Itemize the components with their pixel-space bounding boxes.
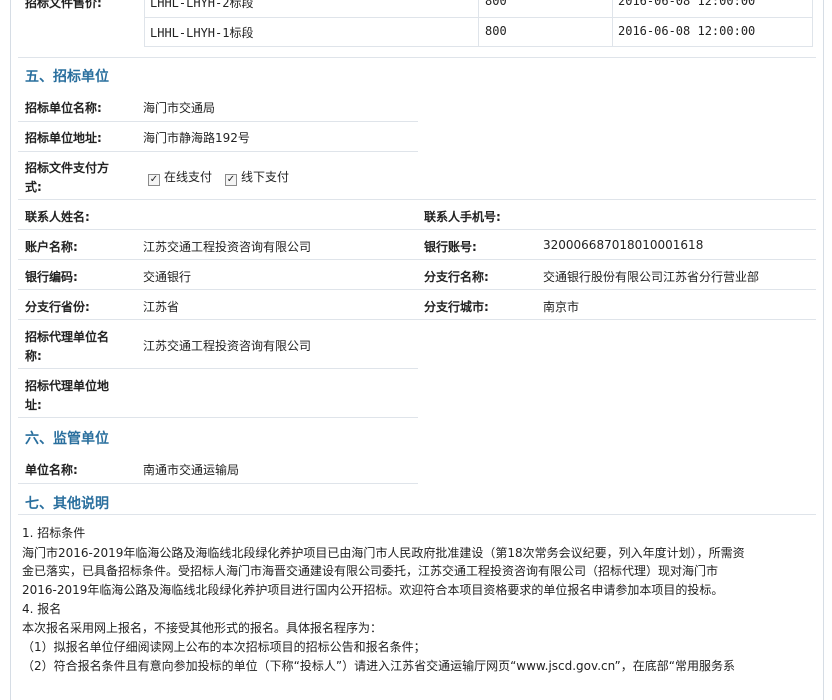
other-text-line: 4. 报名: [22, 602, 62, 616]
pay-online-label: 在线支付: [164, 170, 213, 184]
table-divider: [144, 17, 812, 18]
agent-addr-label: 招标代理单位地: [25, 379, 110, 393]
unit-name-value: 海门市交通局: [143, 101, 216, 115]
other-text-line: 金已落实，已具备招标条件。受招标人海门市海晋交通建设有限公司委托，江苏交通工程投…: [22, 564, 719, 578]
row-divider: [18, 259, 816, 260]
pay-online-option[interactable]: ✓ 在线支付: [148, 168, 212, 186]
section-title-bidding-unit: 五、招标单位: [25, 69, 109, 85]
row-divider: [18, 319, 816, 320]
row-divider: [18, 483, 418, 484]
unit-addr-label: 招标单位地址:: [25, 131, 102, 145]
bank-account-label: 银行账号:: [424, 240, 477, 254]
table-row: LHHL-LHYH-1标段: [150, 26, 254, 40]
branch-name-value: 交通银行股份有限公司江苏省分行营业部: [543, 270, 760, 284]
bank-account-value: 320006687018010001618: [543, 238, 704, 252]
row-divider: [18, 368, 418, 369]
table-divider: [144, 46, 812, 47]
table-cell-time: 2016-06-08 12:00:00: [618, 0, 756, 8]
table-divider: [612, 0, 613, 47]
account-name-label: 账户名称:: [25, 240, 78, 254]
other-text-line: 海门市2016-2019年临海公路及海临线北段绿化养护项目已由海门市人民政府批准…: [22, 546, 745, 560]
other-text-line: 1. 招标条件: [22, 526, 86, 540]
row-divider: [18, 417, 418, 418]
branch-prov-label: 分支行省份:: [25, 300, 90, 314]
other-text-line: 本次报名采用网上报名，不接受其他形式的报名。具体报名程序为：: [22, 621, 383, 635]
bank-code-label: 银行编码:: [25, 270, 78, 284]
section-title-other: 七、其他说明: [25, 496, 109, 512]
section-divider: [18, 514, 816, 515]
doc-sale-label: 招标文件售价:: [25, 0, 102, 10]
table-cell-time: 2016-06-08 12:00:00: [618, 24, 756, 38]
pay-method-label-cont: 式:: [25, 180, 42, 194]
table-divider: [812, 0, 813, 47]
branch-name-label: 分支行名称:: [424, 270, 489, 284]
row-divider: [18, 289, 816, 290]
table-divider: [478, 0, 479, 47]
agent-name-label-cont: 称:: [25, 349, 42, 363]
section-divider: [18, 57, 816, 58]
agent-name-value: 江苏交通工程投资咨询有限公司: [143, 339, 312, 353]
pay-method-label: 招标文件支付方: [25, 161, 110, 175]
contact-phone-label: 联系人手机号:: [424, 210, 501, 224]
row-divider: [18, 229, 816, 230]
branch-city-value: 南京市: [543, 300, 580, 314]
branch-prov-value: 江苏省: [143, 300, 180, 314]
unit-name-label: 招标单位名称:: [25, 101, 102, 115]
row-divider: [18, 199, 816, 200]
account-name-value: 江苏交通工程投资咨询有限公司: [143, 240, 312, 254]
other-text-line: （1）拟报名单位仔细阅读网上公布的本次招标项目的招标公告和报名条件；: [22, 640, 426, 654]
table-cell-price: 800: [485, 24, 507, 38]
agent-name-label: 招标代理单位名: [25, 330, 110, 344]
other-text-line: 2016-2019年临海公路及海临线北段绿化养护项目进行国内公开招标。欢迎符合本…: [22, 583, 724, 597]
supervisor-unit-label: 单位名称:: [25, 463, 78, 477]
table-row: LHHL-LHYH-2标段: [150, 0, 254, 10]
bank-code-value: 交通银行: [143, 270, 192, 284]
contact-name-label: 联系人姓名:: [25, 210, 90, 224]
pay-offline-label: 线下支付: [241, 170, 290, 184]
other-text-line: （2）符合报名条件且有意向参加投标的单位（下称“投标人”）请进入江苏省交通运输厅…: [22, 659, 735, 673]
agent-addr-label-cont: 址:: [25, 398, 42, 412]
branch-city-label: 分支行城市:: [424, 300, 489, 314]
row-divider: [18, 151, 418, 152]
unit-addr-value: 海门市静海路192号: [143, 131, 250, 145]
supervisor-unit-value: 南通市交通运输局: [143, 463, 240, 477]
pay-offline-option[interactable]: ✓ 线下支付: [225, 168, 289, 186]
table-cell-price: 800: [485, 0, 507, 8]
pay-online-checkbox[interactable]: ✓: [148, 174, 160, 186]
section-title-supervisor: 六、监管单位: [25, 431, 109, 447]
row-divider: [18, 121, 418, 122]
pay-offline-checkbox[interactable]: ✓: [225, 174, 237, 186]
table-divider: [144, 0, 145, 47]
